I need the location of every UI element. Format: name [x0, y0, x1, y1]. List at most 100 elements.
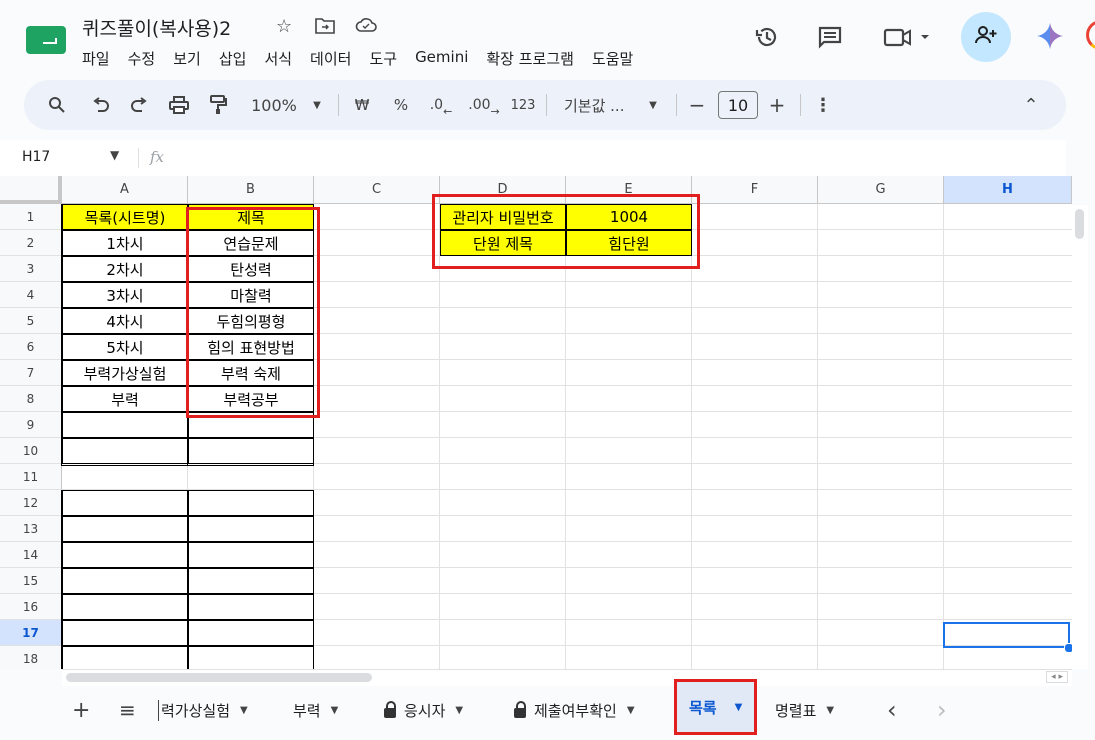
comments-icon[interactable]: [815, 22, 845, 52]
video-call-icon[interactable]: [882, 22, 932, 52]
select-all-corner[interactable]: [0, 176, 62, 204]
star-icon[interactable]: ☆: [276, 16, 292, 37]
menu-insert[interactable]: 삽입: [219, 48, 247, 69]
number-format-button[interactable]: 123: [508, 80, 538, 130]
move-to-folder-icon[interactable]: [315, 16, 335, 39]
column-header-g[interactable]: G: [818, 176, 944, 204]
undo-icon[interactable]: [88, 80, 114, 130]
horizontal-scrollbar[interactable]: ◂ ▸: [62, 669, 1072, 686]
sheets-logo-icon[interactable]: [26, 26, 66, 54]
add-sheet-button[interactable]: +: [72, 686, 90, 734]
menu-format[interactable]: 서식: [264, 48, 292, 69]
cell-b13[interactable]: [188, 516, 314, 542]
selected-cell-h17[interactable]: [943, 622, 1070, 648]
redo-icon[interactable]: [126, 80, 152, 130]
cloud-status-icon[interactable]: [355, 16, 377, 39]
fill-handle[interactable]: [1064, 643, 1072, 653]
sheet-tab-buoyancy-experiment[interactable]: 력가상실험 ▼: [158, 686, 248, 734]
cell-a7[interactable]: 부력가상실험: [62, 360, 188, 386]
menu-edit[interactable]: 수정: [128, 48, 156, 69]
percent-format-button[interactable]: %: [390, 80, 412, 130]
row-header-13[interactable]: 13: [0, 516, 62, 542]
scroll-tabs-left-icon[interactable]: ‹: [887, 686, 897, 734]
name-box[interactable]: H17: [22, 149, 50, 165]
row-header-10[interactable]: 10: [0, 438, 62, 464]
cell-b18[interactable]: [188, 646, 314, 669]
cell-a4[interactable]: 3차시: [62, 282, 188, 308]
cell-a15[interactable]: [62, 568, 188, 594]
row-header-11[interactable]: 11: [0, 464, 62, 490]
cell-a13[interactable]: [62, 516, 188, 542]
collapse-menus-icon[interactable]: ⌃: [1020, 80, 1042, 130]
cell-b12[interactable]: [188, 490, 314, 516]
print-icon[interactable]: [165, 80, 193, 130]
font-dropdown-icon[interactable]: ▼: [646, 80, 660, 130]
cell-a1[interactable]: 목록(시트명): [62, 204, 188, 230]
cell-a16[interactable]: [62, 594, 188, 620]
cell-a2[interactable]: 1차시: [62, 230, 188, 256]
menu-extensions[interactable]: 확장 프로그램: [486, 48, 574, 69]
column-header-h[interactable]: H: [944, 176, 1072, 204]
horizontal-scroll-thumb[interactable]: [66, 673, 372, 682]
cell-a9[interactable]: [62, 412, 188, 438]
menu-file[interactable]: 파일: [82, 48, 110, 69]
decrease-decimal-button[interactable]: .0 ←: [426, 80, 456, 130]
row-header-18[interactable]: 18: [0, 646, 62, 669]
tab-dropdown-icon[interactable]: ▼: [627, 705, 635, 716]
more-options-icon[interactable]: ⋮: [812, 80, 834, 130]
sheet-tab-examinees[interactable]: 응시자 ▼: [384, 686, 463, 734]
vertical-scrollbar[interactable]: [1072, 205, 1088, 669]
scroll-tabs-right-icon[interactable]: ›: [937, 686, 947, 734]
cell-b17[interactable]: [188, 620, 314, 646]
row-header-9[interactable]: 9: [0, 412, 62, 438]
menu-tools[interactable]: 도구: [369, 48, 397, 69]
all-sheets-menu-icon[interactable]: ≡: [119, 686, 136, 734]
gemini-spark-icon[interactable]: [1036, 22, 1064, 57]
row-header-8[interactable]: 8: [0, 386, 62, 412]
scroll-arrows-icon[interactable]: ◂ ▸: [1046, 671, 1068, 683]
document-title[interactable]: 퀴즈풀이(복사용)2: [82, 14, 231, 41]
column-header-c[interactable]: C: [314, 176, 440, 204]
row-header-17[interactable]: 17: [0, 620, 62, 646]
cell-a14[interactable]: [62, 542, 188, 568]
decrease-font-size-button[interactable]: −: [686, 80, 708, 130]
sheet-tab-submission-check[interactable]: 제출여부확인 ▼: [514, 686, 635, 734]
menu-data[interactable]: 데이터: [310, 48, 351, 69]
row-header-1[interactable]: 1: [0, 204, 62, 230]
account-avatar[interactable]: [1086, 20, 1095, 50]
sheet-tab-roster[interactable]: 명렬표 ▼: [775, 686, 834, 734]
column-header-a[interactable]: A: [62, 176, 188, 204]
cell-b16[interactable]: [188, 594, 314, 620]
row-header-4[interactable]: 4: [0, 282, 62, 308]
font-family-select[interactable]: 기본값 ...: [564, 80, 632, 130]
row-header-3[interactable]: 3: [0, 256, 62, 282]
vertical-scroll-thumb[interactable]: [1075, 209, 1084, 239]
tab-dropdown-icon[interactable]: ▼: [735, 702, 743, 713]
increase-font-size-button[interactable]: +: [766, 80, 788, 130]
cell-a3[interactable]: 2차시: [62, 256, 188, 282]
cell-a12[interactable]: [62, 490, 188, 516]
cell-b10[interactable]: [188, 438, 314, 464]
row-header-15[interactable]: 15: [0, 568, 62, 594]
zoom-dropdown-icon[interactable]: ▼: [310, 80, 324, 130]
sheet-tab-list-active[interactable]: 목록 ▼: [674, 679, 758, 735]
zoom-select[interactable]: 100%: [246, 80, 302, 130]
cell-b15[interactable]: [188, 568, 314, 594]
spreadsheet-grid[interactable]: A B C D E F G H 1 2 3 4 5 6 7 8 9 10 11 …: [0, 176, 1072, 669]
tab-dropdown-icon[interactable]: ▼: [240, 705, 248, 716]
row-header-7[interactable]: 7: [0, 360, 62, 386]
menu-gemini[interactable]: Gemini: [415, 48, 468, 69]
currency-format-button[interactable]: ₩: [350, 80, 374, 130]
row-header-16[interactable]: 16: [0, 594, 62, 620]
row-header-5[interactable]: 5: [0, 308, 62, 334]
row-header-6[interactable]: 6: [0, 334, 62, 360]
cell-a8[interactable]: 부력: [62, 386, 188, 412]
menu-help[interactable]: 도움말: [592, 48, 633, 69]
font-size-input[interactable]: 10: [718, 91, 758, 119]
sheet-tab-buoyancy[interactable]: 부력 ▼: [293, 686, 338, 734]
version-history-icon[interactable]: [752, 22, 782, 52]
cell-b14[interactable]: [188, 542, 314, 568]
menu-view[interactable]: 보기: [173, 48, 201, 69]
column-header-b[interactable]: B: [188, 176, 314, 204]
column-header-f[interactable]: F: [692, 176, 818, 204]
